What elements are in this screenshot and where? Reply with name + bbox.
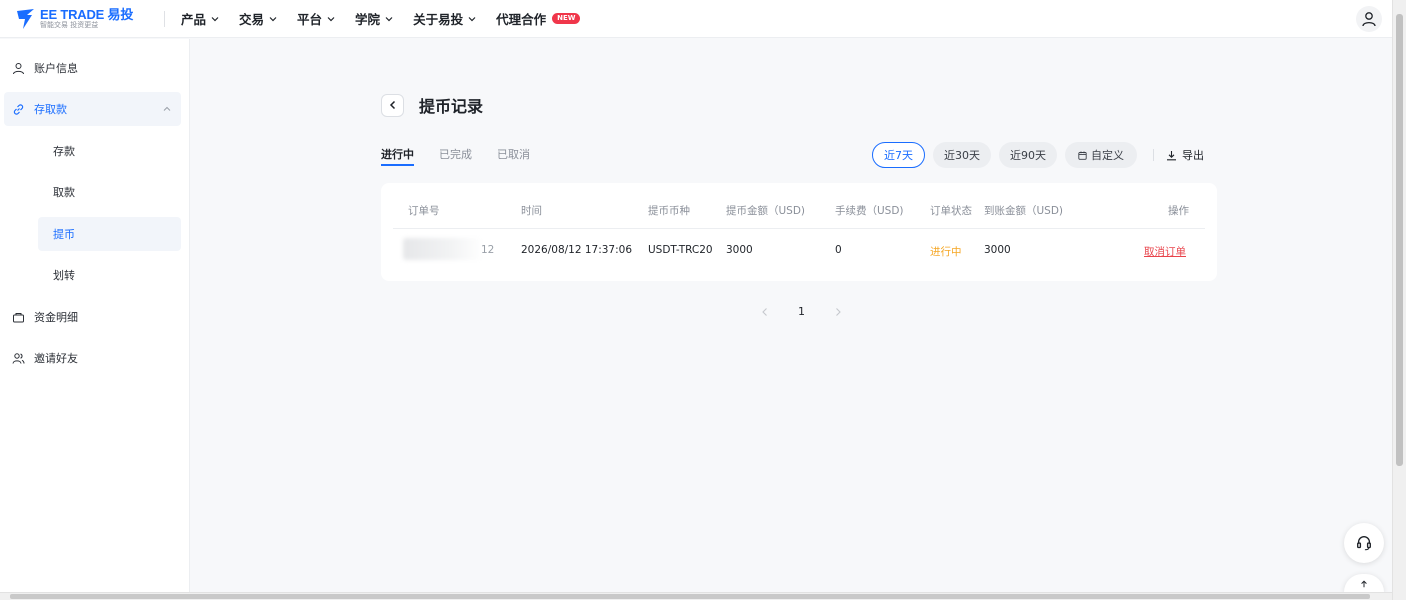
nav-divider xyxy=(164,10,165,27)
back-button[interactable] xyxy=(381,93,404,117)
user-avatar-button[interactable] xyxy=(1356,6,1382,32)
export-label: 导出 xyxy=(1182,149,1204,162)
logo-mark-icon xyxy=(17,8,34,29)
tab-in-progress[interactable]: 进行中 xyxy=(381,146,414,166)
nav-item-label: 学院 xyxy=(355,12,381,27)
sidebar-item-label: 邀请好友 xyxy=(34,352,78,365)
col-header-order-id: 订单号 xyxy=(408,205,440,217)
status-tabs: 进行中 已完成 已取消 xyxy=(381,146,555,166)
cell-received: 3000 xyxy=(984,244,1011,256)
sidebar-item-withdraw[interactable]: 取款 xyxy=(4,175,181,209)
cell-amount: 3000 xyxy=(726,244,753,256)
horizontal-scrollbar[interactable] xyxy=(0,592,1392,600)
nav-item-label: 关于易投 xyxy=(413,12,464,27)
brand-tagline: 智能交易 投资更益 xyxy=(40,21,99,29)
pagination-prev-icon[interactable] xyxy=(760,307,770,317)
tab-completed[interactable]: 已完成 xyxy=(439,146,472,166)
date-filters: 近7天 近30天 近90天 自定义 导出 xyxy=(872,142,1204,168)
nav-item-label: 代理合作 xyxy=(496,12,547,27)
chevron-down-icon xyxy=(327,16,335,21)
main-nav: 产品 交易 平台 学院 关于易投 代理合作 NEW xyxy=(173,9,592,28)
col-header-time: 时间 xyxy=(521,205,542,217)
filter-30-days[interactable]: 近30天 xyxy=(933,142,991,168)
top-nav-bar: EE TRADE 易投 智能交易 投资更益 产品 交易 平台 学院 关于易投 代… xyxy=(0,0,1392,38)
sidebar-item-label: 存取款 xyxy=(34,103,67,116)
page-header: 提币记录 xyxy=(381,93,483,117)
user-icon xyxy=(1362,12,1376,27)
filter-custom[interactable]: 自定义 xyxy=(1065,142,1137,168)
download-icon xyxy=(1167,150,1176,160)
sidebar-item-deposit[interactable]: 存款 xyxy=(4,134,181,168)
cell-time: 2026/08/12 17:37:06 xyxy=(521,244,633,256)
filter-90-days[interactable]: 近90天 xyxy=(999,142,1057,168)
user-icon xyxy=(13,62,24,74)
sidebar-item-fund-details[interactable]: 资金明细 xyxy=(4,300,181,334)
export-button[interactable]: 导出 xyxy=(1166,147,1204,163)
customer-support-button[interactable] xyxy=(1344,523,1384,563)
sidebar-item-label: 划转 xyxy=(53,269,75,282)
sidebar-item-invite-friends[interactable]: 邀请好友 xyxy=(4,341,181,375)
sidebar-item-label: 存款 xyxy=(53,145,75,158)
pagination: 1 xyxy=(760,305,843,318)
filter-7-days[interactable]: 近7天 xyxy=(872,142,925,168)
nav-item-academy[interactable]: 学院 xyxy=(355,9,393,28)
cell-currency: USDT-TRC20 xyxy=(648,244,713,256)
vertical-scrollbar[interactable] xyxy=(1392,0,1406,600)
redacted-order-id xyxy=(403,238,483,260)
cell-fee: 0 xyxy=(835,244,842,256)
nav-item-products[interactable]: 产品 xyxy=(181,9,219,28)
sidebar-item-transfer[interactable]: 划转 xyxy=(4,258,181,292)
sidebar-item-label: 资金明细 xyxy=(34,311,78,324)
filter-custom-label: 自定义 xyxy=(1091,149,1124,162)
nav-item-trading[interactable]: 交易 xyxy=(239,9,277,28)
headset-icon xyxy=(1357,536,1371,551)
col-header-status: 订单状态 xyxy=(930,205,972,217)
cancel-order-link[interactable]: 取消订单 xyxy=(1144,244,1186,259)
wallet-icon xyxy=(13,312,24,322)
chevron-down-icon xyxy=(269,16,277,21)
new-badge: NEW xyxy=(552,13,581,24)
sidebar: 账户信息 存取款 存款 取款 提币 划转 资金明细 邀请好友 xyxy=(0,39,190,600)
horizontal-scroll-thumb[interactable] xyxy=(10,594,1370,599)
nav-item-about[interactable]: 关于易投 xyxy=(413,9,476,28)
pagination-next-icon[interactable] xyxy=(833,307,843,317)
nav-item-partner[interactable]: 代理合作 NEW xyxy=(496,9,581,28)
tab-cancelled[interactable]: 已取消 xyxy=(497,146,530,166)
brand-logo[interactable]: EE TRADE 易投 智能交易 投资更益 xyxy=(16,8,146,30)
calendar-icon xyxy=(1078,151,1087,160)
users-icon xyxy=(12,352,25,364)
nav-item-label: 平台 xyxy=(297,12,323,27)
col-header-currency: 提币币种 xyxy=(648,205,690,217)
sidebar-item-deposit-withdraw[interactable]: 存取款 xyxy=(4,92,181,126)
withdrawal-records-table: 订单号 时间 提币币种 提币金额（USD) 手续费（USD) 订单状态 到账金额… xyxy=(381,183,1217,281)
sidebar-item-label: 账户信息 xyxy=(34,62,78,75)
sidebar-item-label: 取款 xyxy=(53,186,75,199)
vertical-scroll-thumb[interactable] xyxy=(1396,14,1403,466)
sidebar-item-account-info[interactable]: 账户信息 xyxy=(4,51,181,85)
chevron-left-icon xyxy=(389,100,395,110)
nav-item-label: 交易 xyxy=(239,12,265,27)
arrow-up-icon xyxy=(1361,580,1367,588)
sidebar-item-crypto-withdraw[interactable]: 提币 xyxy=(38,217,181,251)
order-id: 12 xyxy=(481,244,495,256)
chevron-up-icon xyxy=(163,106,171,111)
export-divider xyxy=(1153,149,1154,161)
brand-name: EE TRADE 易投 xyxy=(40,7,134,22)
col-header-amount: 提币金额（USD) xyxy=(726,205,806,217)
nav-item-label: 产品 xyxy=(181,12,207,27)
col-header-received: 到账金额（USD) xyxy=(984,205,1064,217)
status-badge: 进行中 xyxy=(930,246,962,258)
link-icon xyxy=(13,103,24,115)
col-header-action: 操作 xyxy=(1168,205,1189,217)
page-title: 提币记录 xyxy=(419,97,484,116)
sidebar-item-label: 提币 xyxy=(53,228,75,241)
chevron-down-icon xyxy=(211,16,219,21)
nav-item-platform[interactable]: 平台 xyxy=(297,9,335,28)
chevron-down-icon xyxy=(385,16,393,21)
page-number[interactable]: 1 xyxy=(798,305,805,318)
header-divider xyxy=(393,228,1205,229)
col-header-fee: 手续费（USD) xyxy=(835,205,904,217)
back-to-top-button[interactable] xyxy=(1344,574,1384,592)
chevron-down-icon xyxy=(468,16,476,21)
